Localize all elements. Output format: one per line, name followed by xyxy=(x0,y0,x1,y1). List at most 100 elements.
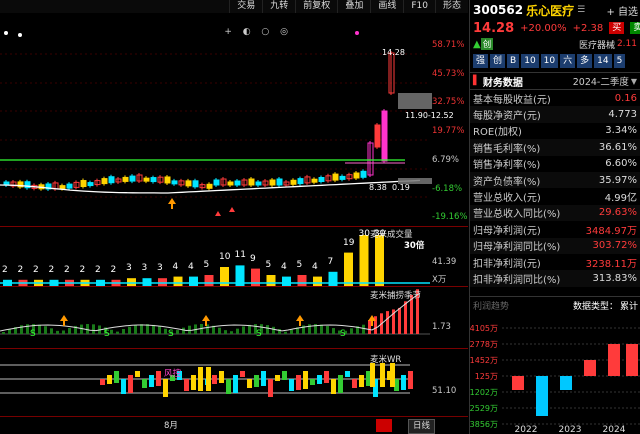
range-annotation: 11.90-12.52 xyxy=(405,111,454,120)
volume-count-label: 30 xyxy=(358,229,370,239)
chevron-down-icon[interactable]: ▼ xyxy=(631,77,637,86)
wr-panel[interactable]: 麦米WR 51.10 风控 xyxy=(0,349,468,416)
financials-row[interactable]: 扣非净利润同比(%) 313.83% xyxy=(470,270,640,287)
financials-row[interactable]: 营业总收入同比(%) 29.63% xyxy=(470,204,640,222)
volume-panel[interactable]: 麦米成交量 41.39 X万 30倍 2 2 2 2 2 2 2 2 3 3 3 4 4 5 10 11 9 5 4… xyxy=(0,227,468,286)
chart-tool-icons[interactable]: + ◐ ○ ◎ xyxy=(224,27,292,37)
financials-row[interactable]: 销售毛利率(%) 36.61% xyxy=(470,139,640,156)
price-scale-label: -19.16% xyxy=(432,212,468,222)
period-button-red[interactable] xyxy=(376,419,393,432)
industry-line: ▲ 创 医疗器械 2.11 xyxy=(470,36,640,52)
season-panel[interactable]: S S S S S 麦米捕捞季节 1.73 xyxy=(0,287,468,348)
candle-body xyxy=(227,181,234,186)
financials-row[interactable]: 资产负债率(%) 35.97% xyxy=(470,171,640,189)
wr-bar xyxy=(254,375,259,387)
season-bar xyxy=(164,328,167,334)
toolbar-trade-button[interactable]: 交易 xyxy=(229,0,262,13)
volume-count-label: 4 xyxy=(281,261,287,272)
season-bar xyxy=(326,325,329,334)
candle-body xyxy=(255,181,262,186)
menu-icon[interactable]: ☰ xyxy=(577,5,585,15)
tab-item[interactable]: 10 xyxy=(521,54,539,68)
wr-bar xyxy=(100,379,105,385)
candle-body xyxy=(381,110,388,162)
toolbar-overlay-button[interactable]: 叠加 xyxy=(337,0,370,13)
wr-scale: 51.10 xyxy=(432,386,457,396)
financials-value: 35.97% xyxy=(598,174,637,186)
industry-change: 2.11 xyxy=(616,39,637,49)
financials-value: 36.61% xyxy=(598,141,637,153)
volume-count-label: 5 xyxy=(203,260,210,270)
volume-count-label: 3 xyxy=(141,263,148,274)
season-bar xyxy=(2,332,5,334)
low-price-annotation: 8.38 xyxy=(369,183,387,192)
wr-bar xyxy=(128,375,133,393)
data-type-value[interactable]: 累计 xyxy=(620,299,638,312)
volume-count-label: 4 xyxy=(188,261,194,272)
tab-item[interactable]: 多 xyxy=(577,54,593,68)
financials-row[interactable]: 营业总收入(元) 4.99亿 xyxy=(470,188,640,204)
tab-item[interactable]: 六 xyxy=(560,54,576,68)
financials-label: 扣非净利润(元) xyxy=(473,258,541,270)
sell-button[interactable]: 卖 xyxy=(630,22,640,34)
tab-item[interactable]: 强 xyxy=(473,54,489,68)
season-bar xyxy=(284,331,287,334)
toolbar-pattern-button[interactable]: 形态 xyxy=(434,0,468,13)
candle-body xyxy=(332,173,339,181)
yearly-bar xyxy=(584,360,596,376)
stock-name: 乐心医疗 xyxy=(526,3,575,18)
financials-row[interactable]: ROE(加权) 3.34% xyxy=(470,123,640,139)
price-scale-label: 6.79% xyxy=(432,155,460,165)
industry-name[interactable]: 医疗器械 xyxy=(579,38,615,51)
yearly-bar xyxy=(512,376,524,390)
season-bar xyxy=(140,324,143,334)
season-s-marker: S xyxy=(104,329,110,339)
volume-count-label: 3 xyxy=(157,263,163,274)
yearly-profit-chart: 4105万 2778万 1452万 125万 -1202万 -2529万 -3856万 202… xyxy=(470,324,640,434)
app-window: 交易 九转 前复权 叠加 画线 F10 形态 + ◐ ○ ◎ 58.71% 45… xyxy=(0,0,640,434)
toolbar-nine-turn-button[interactable]: 九转 xyxy=(262,0,295,13)
price-scale-label: 19.77% xyxy=(432,126,465,136)
volume-count-label: 5 xyxy=(265,260,272,270)
volume-count-label: 10 xyxy=(219,252,231,262)
season-bar xyxy=(44,326,47,334)
season-bar xyxy=(236,328,239,334)
tab-item[interactable]: 5 xyxy=(613,54,626,68)
financials-row[interactable]: 归母净利润(元) 3484.97万 xyxy=(470,221,640,237)
season-bar xyxy=(350,328,353,334)
yearly-y-tick: 2778万 xyxy=(470,340,498,349)
toolbar-draw-button[interactable]: 画线 xyxy=(370,0,403,13)
stock-header: 300562 乐心医疗 ☰ + 自选 xyxy=(470,0,640,20)
tab-item[interactable]: 14 xyxy=(594,54,612,68)
financials-row[interactable]: 每股净资产(元) 4.773 xyxy=(470,106,640,123)
toolbar-adjust-button[interactable]: 前复权 xyxy=(295,0,337,13)
season-bar xyxy=(128,326,131,334)
volume-bar xyxy=(375,235,384,286)
financials-value: 3.34% xyxy=(605,125,637,137)
buy-button[interactable]: 买 xyxy=(609,22,625,34)
volume-bar xyxy=(173,276,183,286)
change-amount: +2.38 xyxy=(572,22,604,34)
volume-count-label: 4 xyxy=(172,261,179,272)
financials-period-select[interactable]: 2024-二季度 xyxy=(573,74,629,88)
season-bar xyxy=(386,311,389,334)
financials-row[interactable]: 销售净利率(%) 6.60% xyxy=(470,156,640,172)
season-s-marker: S xyxy=(340,329,346,339)
toolbar-f10-button[interactable]: F10 xyxy=(403,0,435,13)
financials-row[interactable]: 扣非净利润(元) 3238.11万 xyxy=(470,254,640,270)
tab-item[interactable]: 10 xyxy=(540,54,559,68)
add-watchlist-button[interactable]: + 自选 xyxy=(606,3,638,18)
season-bar xyxy=(218,327,221,334)
tab-item[interactable]: B xyxy=(507,54,520,68)
kline-panel[interactable]: + ◐ ○ ◎ 58.71% 45.73% 32.75% 19.77% 6.79… xyxy=(0,13,468,226)
financials-row[interactable]: 基本每股收益(元) 0.16 xyxy=(470,90,640,106)
financials-value: 6.60% xyxy=(605,158,637,170)
tab-item[interactable]: 创 xyxy=(490,54,506,68)
wr-bar xyxy=(191,375,196,390)
price-scale-label: 58.71% xyxy=(432,40,465,50)
season-bar xyxy=(8,329,11,334)
yearly-y-tick: 125万 xyxy=(475,372,498,381)
wr-title: 麦米WR xyxy=(370,355,402,365)
financials-row[interactable]: 归母净利润同比(%) 303.72% xyxy=(470,237,640,254)
period-daily-button[interactable]: 日线 xyxy=(408,419,436,434)
